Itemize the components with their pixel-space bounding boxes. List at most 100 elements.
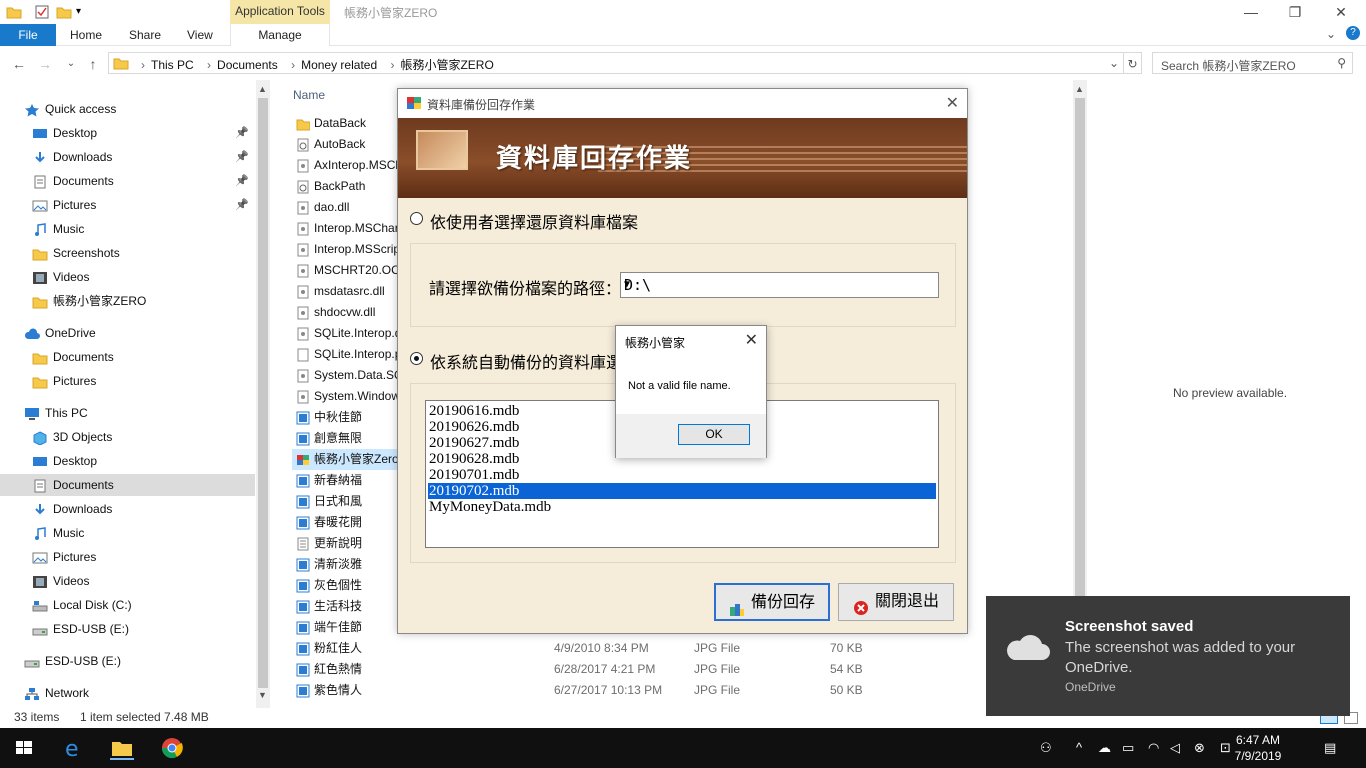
tab-view[interactable]: View [187,24,213,46]
no-entry-icon[interactable]: ⊗ [1194,740,1205,756]
help-icon[interactable]: ? [1346,26,1360,40]
close-icon[interactable]: ✕ [745,330,758,350]
up-button[interactable]: ↑ [84,54,102,74]
breadcrumb-documents[interactable]: Documents [217,58,278,72]
chevron-down-icon[interactable]: ▼ [624,279,935,290]
search-input[interactable]: Search 帳務小管家ZERO ⚲ [1152,52,1353,74]
nav-item[interactable]: Pictures [0,370,255,392]
breadcrumb-current[interactable]: 帳務小管家ZERO [400,58,493,72]
list-item-selected[interactable]: 20190702.mdb [428,483,936,499]
file-row[interactable]: dao.dll [292,197,402,218]
nav-item[interactable]: Screenshots [0,242,255,264]
nav-item[interactable]: OneDrive [0,322,255,344]
tab-share[interactable]: Share [129,24,161,46]
file-row[interactable]: 帳務小管家Zero [292,449,398,470]
path-select[interactable]: D:\ ▼ [620,272,939,298]
tab-file[interactable]: File [0,24,56,46]
nav-item[interactable]: Local Disk (C:) [0,594,255,616]
nav-item[interactable]: Downloads 📌 [0,146,255,168]
file-row[interactable]: 粉紅佳人 [292,638,402,659]
nav-item[interactable]: Network [0,682,255,704]
nav-item[interactable]: Videos [0,570,255,592]
file-row[interactable]: 端午佳節 [292,617,402,638]
ok-button[interactable]: OK [678,424,750,445]
nav-item[interactable]: Documents 📌 [0,170,255,192]
file-explorer-icon[interactable] [110,736,134,760]
nav-item[interactable]: Pictures [0,546,255,568]
nav-item[interactable]: Pictures 📌 [0,194,255,216]
close-exit-button[interactable]: 關閉退出 [838,583,954,621]
chevron-down-icon[interactable]: ⌄ [1109,56,1119,70]
taskbar-clock[interactable]: 6:47 AM 7/9/2019 [1228,732,1288,764]
minimize-button[interactable]: — [1228,0,1274,24]
maximize-button[interactable]: ❐ [1272,0,1318,24]
file-row[interactable]: 春暖花開 [292,512,402,533]
volume-icon[interactable]: ◁ [1170,740,1180,756]
expand-ribbon-icon[interactable]: ⌄ [1326,27,1336,41]
nav-scrollbar-thumb[interactable] [258,98,268,688]
file-row[interactable]: System.Window [292,386,402,407]
file-row[interactable]: Interop.MSChar [292,218,402,239]
scroll-down-icon[interactable]: ▼ [258,690,267,700]
back-button[interactable]: ← [10,54,28,74]
wifi-icon[interactable]: ◠ [1148,740,1159,756]
people-icon[interactable]: ⚇ [1040,740,1052,756]
nav-item[interactable]: This PC [0,402,255,424]
nav-item[interactable]: Quick access [0,98,255,120]
dialog-close-icon[interactable]: ✕ [946,93,959,113]
nav-item[interactable]: 3D Objects [0,426,255,448]
windows-start-icon[interactable] [12,736,36,760]
file-row[interactable]: MSCHRT20.OCX [292,260,402,281]
file-row[interactable]: 灰色個性 [292,575,402,596]
file-row[interactable]: Interop.MSScrip [292,239,402,260]
file-row[interactable]: AxInterop.MSCh [292,155,402,176]
show-hidden-icons-icon[interactable]: ^ [1076,740,1082,755]
close-window-button[interactable]: ✕ [1318,0,1364,24]
breadcrumb-money-related[interactable]: Money related [301,58,377,72]
file-row[interactable]: AutoBack [292,134,402,155]
properties-icon[interactable] [34,4,50,20]
forward-button[interactable]: → [36,54,54,74]
scroll-up-icon[interactable]: ▲ [1075,84,1084,94]
file-row[interactable]: 日式和風 [292,491,402,512]
chrome-icon[interactable] [160,736,184,760]
toast-notification[interactable]: Screenshot saved The screenshot was adde… [986,596,1350,716]
tab-home[interactable]: Home [70,24,102,46]
nav-item[interactable]: 帳務小管家ZERO [0,290,255,312]
action-center-icon[interactable]: ▤ [1324,740,1336,756]
edge-icon[interactable]: e [62,736,86,762]
tab-manage[interactable]: Manage [230,24,330,46]
scroll-up-icon[interactable]: ▲ [258,84,267,94]
radio-auto-backup[interactable] [410,352,423,365]
file-row[interactable]: msdatasrc.dll [292,281,402,302]
file-row[interactable]: 紫色情人 [292,680,402,701]
list-item[interactable]: MyMoneyData.mdb [428,499,936,515]
onedrive-tray-icon[interactable]: ☁ [1098,740,1111,756]
file-row[interactable]: 創意無限 [292,428,402,449]
file-row[interactable]: 新春納福 [292,470,402,491]
nav-scrollbar[interactable] [256,80,270,708]
nav-item[interactable]: Downloads [0,498,255,520]
file-row[interactable]: 清新淡雅 [292,554,402,575]
nav-item[interactable]: Music [0,218,255,240]
file-row[interactable]: 紅色熱情 [292,659,402,680]
recent-locations-button[interactable]: ⌄ [62,54,80,74]
customize-quick-access-icon[interactable]: ▾ [76,6,92,22]
restore-backup-button[interactable]: 備份回存 [714,583,830,621]
nav-item[interactable]: Desktop [0,450,255,472]
refresh-button[interactable]: ↻ [1124,52,1142,74]
list-scrollbar-thumb[interactable] [1075,98,1085,598]
nav-item[interactable]: Documents [0,474,255,496]
folder-icon[interactable] [6,4,22,20]
address-bar[interactable]: › This PC › Documents › Money related › 帳務小管… [108,52,1124,74]
nav-item[interactable]: Music [0,522,255,544]
breadcrumb-this-pc[interactable]: This PC [151,58,194,72]
file-row[interactable]: SQLite.Interop.p [292,344,402,365]
file-row[interactable]: System.Data.SQ [292,365,402,386]
column-header-name[interactable]: Name [293,88,325,102]
list-item[interactable]: 20190701.mdb [428,467,936,483]
file-row[interactable]: shdocvw.dll [292,302,402,323]
file-row[interactable]: 更新說明 [292,533,402,554]
nav-item[interactable]: Desktop 📌 [0,122,255,144]
file-row[interactable]: DataBack [292,113,402,134]
